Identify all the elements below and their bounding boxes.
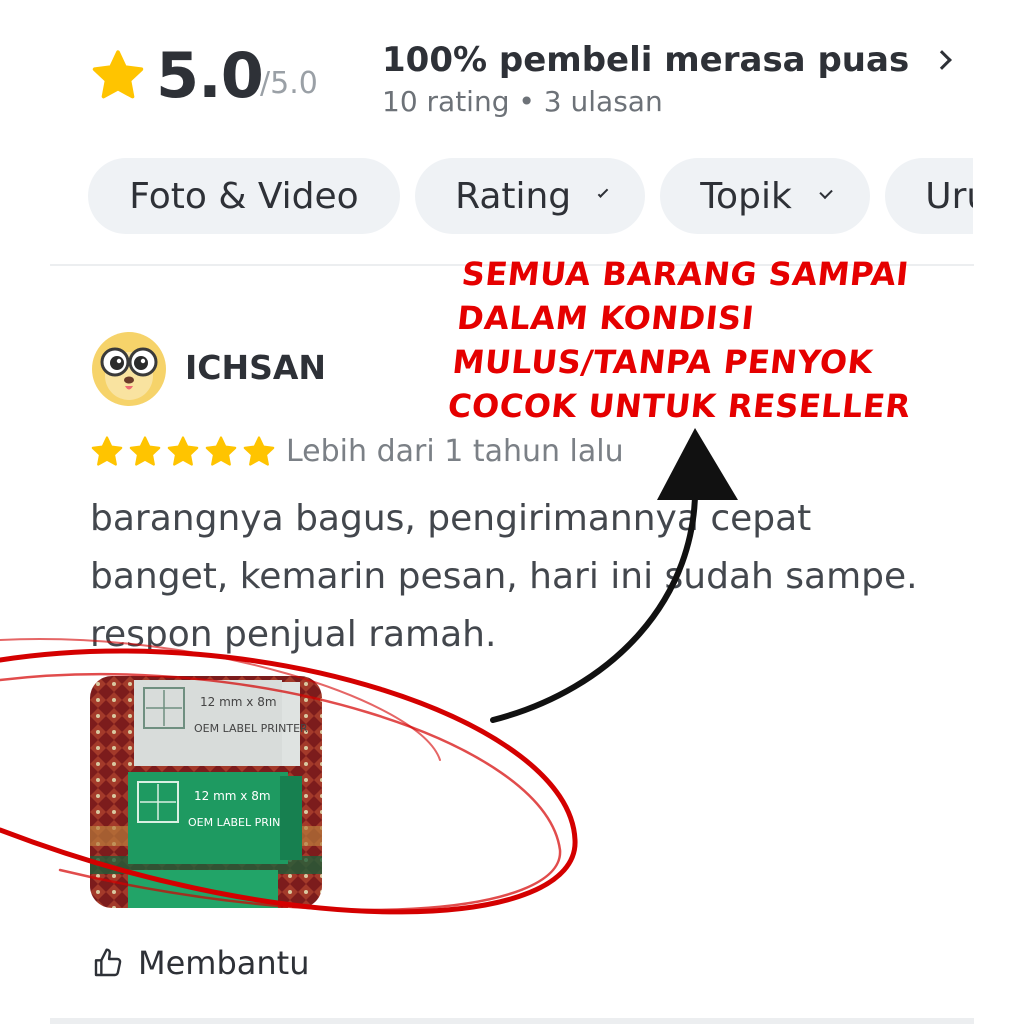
reviewer-name: ICHSAN (185, 348, 327, 387)
star-icon (205, 435, 237, 466)
satisfaction-text: 100% pembeli merasa puas (382, 40, 910, 80)
annotation-line: MULUS/TANPA PENYOK (450, 343, 875, 381)
star-icon (129, 435, 161, 466)
filter-rating[interactable]: Rating (415, 158, 646, 234)
star-icon (167, 435, 199, 466)
filter-topik[interactable]: Topik (660, 158, 871, 234)
star-icon (92, 50, 144, 99)
photo-text: 12 mm x 8m (194, 789, 271, 803)
review-rating: Lebih dari 1 tahun lalu (90, 434, 624, 469)
annotation-text: SEMUA BARANG SAMPAI DALAM KONDISI MULUS/… (446, 252, 1004, 428)
avatar-icon (92, 332, 166, 406)
annotation-line: DALAM KONDISI (455, 299, 757, 337)
filter-chips: Foto & Video Rating Topik Uru (88, 158, 973, 236)
review-time: Lebih dari 1 tahun lalu (286, 434, 624, 469)
review-photo[interactable]: 12 mm x 8m OEM LABEL PRINTER 12 mm x 8m … (90, 676, 322, 908)
score-max: /5.0 (260, 66, 318, 101)
annotation-line: SEMUA BARANG SAMPAI (459, 255, 911, 293)
average-score: 5.0 (156, 39, 264, 112)
chip-label: Uru (925, 175, 973, 217)
helpful-button[interactable]: Membantu (92, 944, 310, 982)
divider (50, 1018, 974, 1024)
rating-summary: 5.0 /5.0 100% pembeli merasa puas 10 rat… (90, 40, 970, 120)
chevron-right-icon (932, 50, 953, 70)
filter-urutkan[interactable]: Uru (885, 158, 973, 234)
photo-text: OEM LABEL PRINTER (194, 722, 308, 735)
filter-foto-video[interactable]: Foto & Video (88, 158, 400, 234)
thumbs-up-icon (94, 948, 122, 977)
chip-label: Rating (455, 175, 572, 217)
star-icon (243, 435, 275, 466)
chevron-down-icon (819, 185, 833, 199)
satisfaction-link[interactable]: 100% pembeli merasa puas 10 rating • 3 u… (382, 40, 953, 124)
review-text: barangnya bagus, pengirimannya cepat ban… (90, 498, 918, 655)
annotation-line: COCOK UNTUK RESELLER (446, 387, 913, 425)
chip-label: Topik (700, 175, 792, 217)
chip-label: Foto & Video (129, 175, 359, 217)
rating-stats: 10 rating • 3 ulasan (382, 85, 663, 118)
chevron-down-icon (597, 186, 609, 198)
star-icon (91, 435, 123, 466)
photo-text: 12 mm x 8m (200, 695, 277, 709)
helpful-label: Membantu (138, 944, 310, 982)
